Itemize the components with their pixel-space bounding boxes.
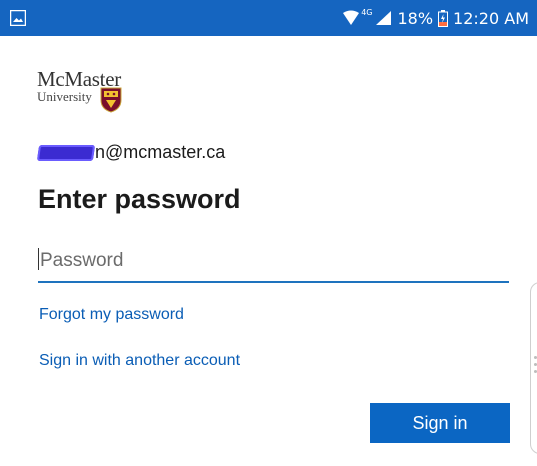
university-logo: McMaster University [37, 67, 137, 117]
status-bar: 4G 18% 12:20 AM [0, 0, 537, 36]
text-caret [38, 248, 39, 270]
account-identifier: n@mcmaster.ca [36, 142, 226, 163]
other-account-link[interactable]: Sign in with another account [39, 352, 240, 370]
battery-icon [438, 9, 449, 27]
clock: 12:20 AM [453, 8, 529, 28]
redaction-mark [36, 144, 96, 161]
side-panel-handle[interactable] [530, 282, 537, 454]
crest-icon [100, 87, 122, 113]
wifi-icon [343, 10, 360, 25]
battery-percent: 18% [397, 8, 434, 28]
forgot-password-link[interactable]: Forgot my password [39, 306, 184, 324]
status-icons: 4G 18% 12:20 AM [342, 0, 529, 36]
network-type-label: 4G [361, 7, 373, 17]
signal-icon [376, 11, 392, 25]
password-field-container [38, 243, 509, 283]
sign-in-button[interactable]: Sign in [370, 403, 510, 443]
account-email: n@mcmaster.ca [95, 142, 226, 162]
password-input[interactable] [38, 243, 509, 279]
page-title: Enter password [38, 184, 241, 214]
logo-line2: University [37, 89, 92, 104]
image-icon [10, 10, 26, 26]
